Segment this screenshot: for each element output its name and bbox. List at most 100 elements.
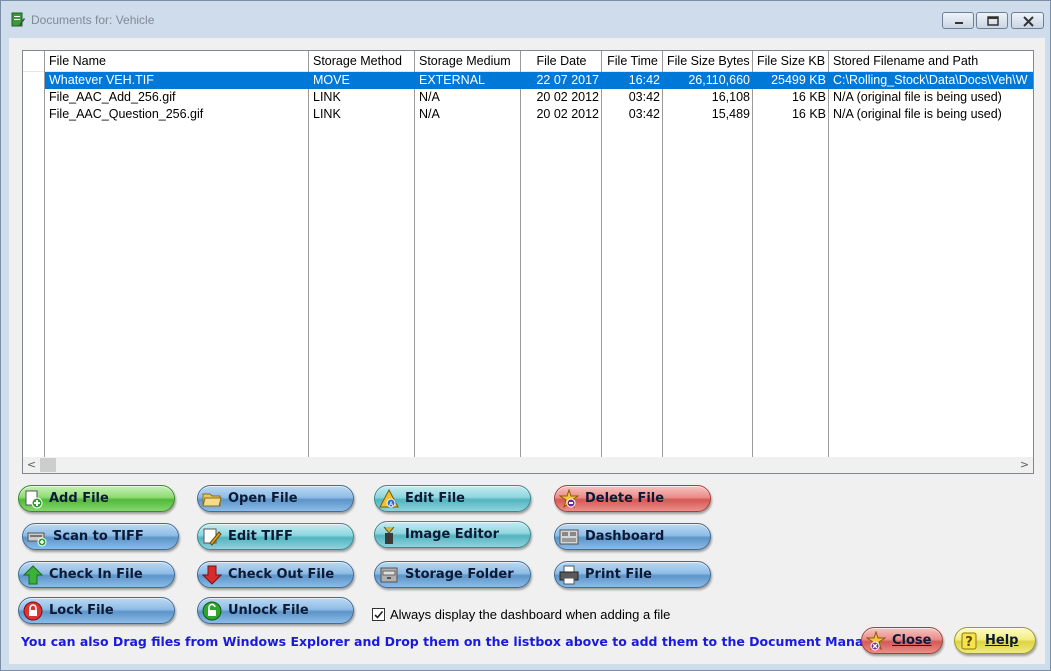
client-area: File Name Storage Method Storage Medium … — [9, 38, 1045, 664]
cell-storage-medium: N/A — [419, 107, 440, 121]
lock-icon — [23, 601, 43, 621]
listbox-header: File Name Storage Method Storage Medium … — [23, 51, 1033, 72]
storage-folder-label: Storage Folder — [405, 567, 514, 582]
check-in-file-button[interactable]: Check In File — [18, 561, 175, 588]
scan-to-tiff-label: Scan to TIFF — [53, 529, 144, 544]
paint-icon — [383, 526, 395, 544]
edit-tiff-label: Edit TIFF — [228, 529, 293, 544]
unlock-file-button[interactable]: Unlock File — [197, 597, 354, 624]
check-in-file-label: Check In File — [49, 567, 143, 582]
column-header-file-size-bytes[interactable]: File Size Bytes — [663, 51, 753, 72]
cell-file-time: 03:42 — [628, 90, 660, 104]
arrow-up-icon — [23, 565, 43, 585]
cell-file-size-bytes: 15,489 — [711, 107, 750, 121]
scroll-thumb[interactable] — [40, 458, 56, 472]
close-button[interactable]: Close — [861, 627, 943, 654]
cell-file-name: File_AAC_Question_256.gif — [49, 107, 204, 121]
close-label: Close — [892, 633, 932, 648]
cell-stored-path: C:\Rolling_Stock\Data\Docs\Veh\W — [833, 73, 1028, 87]
add-file-icon — [25, 490, 43, 509]
table-row[interactable]: Whatever VEH.TIF MOVE EXTERNAL 22 07 201… — [45, 72, 1033, 89]
delete-file-label: Delete File — [585, 491, 665, 506]
column-header-file-size-kb[interactable]: File Size KB — [753, 51, 829, 72]
scroll-left-icon[interactable]: < — [23, 457, 40, 473]
horizontal-scrollbar[interactable]: < > — [23, 457, 1033, 473]
cell-storage-method: LINK — [313, 107, 341, 121]
column-header-storage-medium[interactable]: Storage Medium — [415, 51, 521, 72]
column-header-file-date[interactable]: File Date — [521, 51, 602, 72]
svg-text:?: ? — [965, 635, 973, 650]
image-editor-button[interactable]: Image Editor — [374, 521, 531, 548]
edit-tiff-button[interactable]: Edit TIFF — [197, 523, 354, 550]
scan-to-tiff-button[interactable]: Scan to TIFF — [22, 523, 179, 550]
arrow-down-icon — [202, 565, 222, 585]
edit-file-label: Edit File — [405, 491, 465, 506]
document-edit-icon — [11, 12, 25, 27]
table-row[interactable]: File_AAC_Question_256.gif LINK N/A 20 02… — [45, 106, 1033, 123]
cell-file-time: 16:42 — [628, 73, 660, 87]
title-bar[interactable]: Documents for: Vehicle — [1, 1, 1050, 37]
dashboard-label: Dashboard — [585, 529, 665, 544]
edit-file-button[interactable]: A Edit File — [374, 485, 531, 512]
unlock-icon — [202, 601, 222, 621]
always-display-dashboard-checkbox[interactable] — [372, 608, 385, 621]
column-header-file-name[interactable]: File Name — [45, 51, 309, 72]
column-header-file-time[interactable]: File Time — [602, 51, 663, 72]
window-title: Documents for: Vehicle — [31, 13, 155, 27]
table-row[interactable]: File_AAC_Add_256.gif LINK N/A 20 02 2012… — [45, 89, 1033, 106]
maximize-button[interactable] — [976, 12, 1008, 29]
print-file-label: Print File — [585, 567, 652, 582]
cell-stored-path: N/A (original file is being used) — [833, 107, 1002, 121]
cell-storage-medium: N/A — [419, 90, 440, 104]
add-file-button[interactable]: Add File — [18, 485, 175, 512]
close-icon — [1023, 16, 1034, 27]
cell-file-size-kb: 16 KB — [791, 107, 826, 121]
edit-file-icon: A — [379, 489, 399, 508]
cell-file-name: File_AAC_Add_256.gif — [49, 90, 176, 104]
cell-file-size-bytes: 16,108 — [711, 90, 750, 104]
open-folder-icon — [202, 493, 222, 507]
cell-file-date: 20 02 2012 — [536, 107, 599, 121]
cell-stored-path: N/A (original file is being used) — [833, 90, 1002, 104]
edit-tiff-icon — [203, 528, 222, 546]
column-header-storage-method[interactable]: Storage Method — [309, 51, 415, 72]
close-window-button[interactable] — [1011, 12, 1044, 29]
check-out-file-button[interactable]: Check Out File — [197, 561, 354, 588]
open-file-label: Open File — [228, 491, 298, 506]
cell-file-size-kb: 16 KB — [791, 90, 826, 104]
unlock-file-label: Unlock File — [228, 603, 309, 618]
cell-file-size-kb: 25499 KB — [771, 73, 826, 87]
help-label: Help — [985, 633, 1019, 648]
lock-file-label: Lock File — [49, 603, 114, 618]
storage-folder-button[interactable]: Storage Folder — [374, 561, 531, 588]
cell-storage-medium: EXTERNAL — [419, 73, 485, 87]
minimize-button[interactable] — [942, 12, 974, 29]
lock-file-button[interactable]: Lock File — [18, 597, 175, 624]
dashboard-button[interactable]: Dashboard — [554, 523, 711, 550]
help-button[interactable]: ? Help — [954, 627, 1036, 654]
restore-icon — [987, 16, 999, 26]
delete-file-button[interactable]: Delete File — [554, 485, 711, 512]
cell-file-size-bytes: 26,110,660 — [688, 73, 750, 87]
help-icon: ? — [961, 632, 977, 650]
column-header-stored-path[interactable]: Stored Filename and Path — [829, 51, 1033, 72]
documents-listbox[interactable]: File Name Storage Method Storage Medium … — [22, 50, 1034, 474]
document-manager-window: Documents for: Vehicle File Name Storage… — [0, 0, 1051, 671]
printer-icon — [559, 565, 579, 585]
scroll-right-icon[interactable]: > — [1016, 457, 1033, 473]
cell-file-date: 20 02 2012 — [536, 90, 599, 104]
check-out-file-label: Check Out File — [228, 567, 335, 582]
cell-storage-method: MOVE — [313, 73, 350, 87]
minimize-icon — [955, 22, 963, 24]
close-star-icon — [866, 631, 886, 651]
scanner-icon — [27, 532, 47, 547]
dashboard-icon — [559, 529, 579, 545]
image-editor-label: Image Editor — [405, 527, 500, 542]
delete-file-icon — [559, 489, 579, 509]
drag-drop-hint: You can also Drag files from Windows Exp… — [21, 634, 887, 649]
print-file-button[interactable]: Print File — [554, 561, 711, 588]
cell-file-name: Whatever VEH.TIF — [49, 73, 154, 87]
open-file-button[interactable]: Open File — [197, 485, 354, 512]
add-file-label: Add File — [49, 491, 109, 506]
always-display-dashboard-label: Always display the dashboard when adding… — [390, 607, 671, 622]
